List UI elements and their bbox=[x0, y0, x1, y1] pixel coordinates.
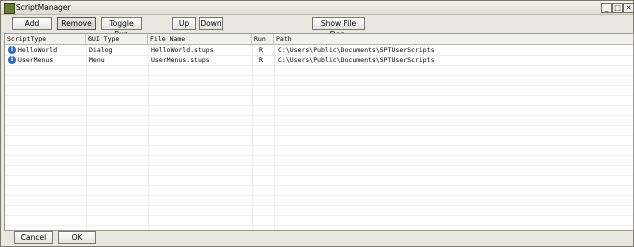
grid-line bbox=[5, 75, 633, 76]
column-header-path[interactable]: Path bbox=[274, 34, 633, 44]
grid-line bbox=[5, 125, 633, 126]
add-button[interactable]: Add bbox=[12, 17, 52, 30]
grid-line bbox=[5, 155, 633, 156]
grid-divider bbox=[274, 45, 275, 230]
grid-line bbox=[5, 105, 633, 106]
cell-script-type: UserMenus bbox=[18, 56, 54, 64]
title-bar[interactable]: ScriptManager _ □ ✕ bbox=[1, 1, 634, 15]
grid-line bbox=[5, 205, 633, 206]
grid-line bbox=[5, 115, 633, 116]
cell-file-name: HelloWorld.stups bbox=[151, 46, 214, 54]
script-table: ScriptType GUI Type File Name Run Path i… bbox=[4, 33, 634, 231]
grid-line bbox=[5, 195, 633, 196]
ok-button[interactable]: OK bbox=[58, 231, 96, 244]
table-header: ScriptType GUI Type File Name Run Path bbox=[5, 34, 633, 45]
grid-line bbox=[5, 225, 633, 226]
cell-file-name: UserMenus.stups bbox=[151, 56, 210, 64]
cell-run: R bbox=[259, 56, 263, 64]
info-icon: i bbox=[8, 46, 16, 54]
grid-line bbox=[5, 175, 633, 176]
grid-divider bbox=[86, 45, 87, 230]
grid-line bbox=[5, 185, 633, 186]
minimize-button[interactable]: _ bbox=[601, 3, 612, 13]
maximize-button[interactable]: □ bbox=[612, 3, 623, 13]
up-button[interactable]: Up bbox=[172, 17, 196, 30]
close-button[interactable]: ✕ bbox=[623, 3, 634, 13]
toggle-run-button[interactable]: Toggle Run bbox=[101, 17, 142, 39]
info-icon: i bbox=[8, 56, 16, 64]
app-icon bbox=[4, 3, 15, 14]
cell-path: C:\Users\Public\Documents\SPTUserScripts bbox=[278, 46, 435, 54]
grid-line bbox=[5, 85, 633, 86]
grid-line bbox=[5, 215, 633, 216]
toolbar: Add Remove Toggle Run Up Down Show File … bbox=[1, 15, 633, 39]
script-manager-window: ScriptManager _ □ ✕ Add Remove Toggle Ru… bbox=[0, 0, 634, 247]
column-header-script-type[interactable]: ScriptType bbox=[5, 34, 86, 44]
cancel-button[interactable]: Cancel bbox=[14, 231, 53, 244]
cell-path: C:\Users\Public\Documents\SPTUserScripts bbox=[278, 56, 435, 64]
remove-button[interactable]: Remove bbox=[57, 17, 96, 30]
cell-run: R bbox=[259, 46, 263, 54]
grid-line bbox=[5, 145, 633, 146]
down-button[interactable]: Down bbox=[199, 17, 223, 30]
grid-line bbox=[5, 165, 633, 166]
cell-gui-type: Dialog bbox=[89, 46, 113, 54]
column-header-gui-type[interactable]: GUI Type bbox=[86, 34, 148, 44]
show-file-dep-button[interactable]: Show File Dep. bbox=[312, 17, 365, 39]
column-header-run[interactable]: Run bbox=[252, 34, 274, 44]
grid-line bbox=[5, 135, 633, 136]
cell-gui-type: Menu bbox=[89, 56, 105, 64]
dialog-footer: Cancel OK bbox=[1, 230, 633, 246]
table-row[interactable]: i UserMenus Menu UserMenus.stups R C:\Us… bbox=[5, 55, 633, 66]
grid-line bbox=[5, 95, 633, 96]
column-header-file-name[interactable]: File Name bbox=[148, 34, 252, 44]
window-title: ScriptManager bbox=[16, 3, 71, 12]
cell-script-type: HelloWorld bbox=[18, 46, 58, 54]
grid-divider bbox=[252, 45, 253, 230]
grid-divider bbox=[148, 45, 149, 230]
